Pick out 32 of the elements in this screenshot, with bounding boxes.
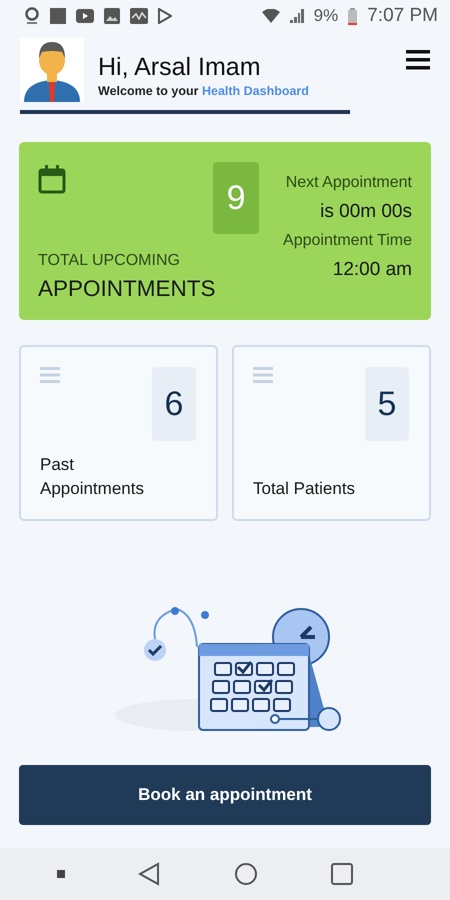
stat-label: Past Appointments: [40, 454, 145, 500]
clock-time: 7:07 PM: [367, 5, 438, 27]
stat-label: Total Patients: [253, 478, 356, 500]
calendar-icon: [38, 164, 66, 194]
stat-value: 5: [365, 367, 409, 441]
square-icon: [50, 8, 66, 24]
wifi-icon: [262, 9, 280, 23]
appointments-label: APPOINTMENTS: [38, 276, 217, 302]
list-icon: [40, 367, 60, 383]
signal-icon: [290, 9, 304, 23]
play-store-icon: [158, 8, 172, 24]
battery-percent: 9%: [314, 6, 338, 26]
chart-icon: [130, 8, 148, 24]
appointment-time-label: Appointment Time: [283, 232, 412, 250]
video-icon: [76, 9, 94, 23]
home-icon[interactable]: [234, 862, 258, 886]
book-appointment-button[interactable]: Book an appointment: [19, 765, 431, 825]
menu-icon[interactable]: [406, 50, 430, 70]
battery-icon: [348, 8, 358, 24]
next-appointment-countdown: is 00m 00s: [320, 201, 412, 223]
back-icon[interactable]: [138, 862, 160, 886]
stat-value: 6: [152, 367, 196, 441]
upcoming-count: 9: [213, 162, 260, 234]
image-icon: [104, 8, 120, 24]
appointment-time-value: 12:00 am: [332, 259, 412, 281]
list-icon: [253, 367, 273, 383]
next-appointment-label: Next Appointment: [286, 174, 412, 192]
greeting-title: Hi, Arsal Imam: [98, 52, 262, 82]
recents-icon[interactable]: [331, 863, 354, 885]
welcome-text: Welcome to your Health Dashboard: [98, 84, 310, 98]
total-upcoming-label: TOTAL UPCOMING: [38, 252, 181, 270]
search-icon: [24, 7, 40, 25]
